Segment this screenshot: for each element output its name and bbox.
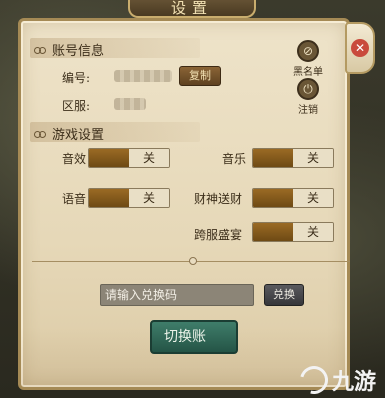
- title-tab: 设置: [128, 0, 256, 18]
- switch-account-button[interactable]: 切换账: [150, 320, 238, 354]
- voice-label: 语音: [62, 192, 87, 206]
- logout-icon: ⏻: [297, 78, 319, 100]
- toggle-knob: [89, 189, 129, 207]
- divider-ornament: [189, 257, 197, 265]
- toggle-knob: [89, 149, 129, 167]
- cross-server-feast-label: 跨服盛宴: [194, 228, 243, 242]
- god-of-wealth-toggle[interactable]: 关: [252, 188, 334, 208]
- sfx-label: 音效: [62, 152, 87, 166]
- copy-id-button[interactable]: 复制: [179, 66, 221, 86]
- watermark-logo-icon: [294, 360, 334, 398]
- logout-label: 注销: [298, 105, 318, 116]
- player-id-label: 编号:: [62, 71, 91, 85]
- server-label: 区服:: [62, 99, 91, 113]
- redeem-code-input[interactable]: 请输入兑换码: [100, 284, 254, 306]
- game-settings-section-title: 游戏设置: [52, 128, 105, 143]
- cross-server-feast-toggle[interactable]: 关: [252, 222, 334, 242]
- toggle-state: 关: [293, 223, 333, 241]
- blacklist-label: 黑名单: [293, 67, 323, 78]
- toggle-state: 关: [293, 189, 333, 207]
- toggle-state: 关: [129, 149, 169, 167]
- dialog-title: 设置: [170, 0, 213, 17]
- toggle-knob: [253, 223, 293, 241]
- toggle-knob: [253, 189, 293, 207]
- close-button[interactable]: ✕: [345, 22, 375, 74]
- close-icon: ✕: [351, 39, 369, 57]
- sfx-toggle[interactable]: 关: [88, 148, 170, 168]
- watermark-text: 九游: [332, 370, 377, 395]
- blacklist-icon: ⊘: [297, 40, 319, 62]
- blacklist-button[interactable]: ⊘ 黑名单: [282, 40, 334, 78]
- toggle-knob: [253, 149, 293, 167]
- server-value: [114, 98, 146, 110]
- redeem-button[interactable]: 兑换: [264, 284, 304, 306]
- account-section-header: 账号信息: [34, 40, 104, 59]
- watermark: 九游: [294, 360, 377, 398]
- music-toggle[interactable]: 关: [252, 148, 334, 168]
- toggle-state: 关: [129, 189, 169, 207]
- god-of-wealth-label: 财神送财: [194, 192, 243, 206]
- toggle-state: 关: [293, 149, 333, 167]
- music-label: 音乐: [222, 152, 247, 166]
- logout-button[interactable]: ⏻ 注销: [282, 78, 334, 116]
- player-id-value: [114, 70, 172, 82]
- voice-toggle[interactable]: 关: [88, 188, 170, 208]
- section-ornament-icon: [34, 46, 46, 54]
- account-section-title: 账号信息: [52, 44, 105, 59]
- section-ornament-icon: [34, 130, 46, 138]
- game-settings-section-header: 游戏设置: [34, 124, 104, 143]
